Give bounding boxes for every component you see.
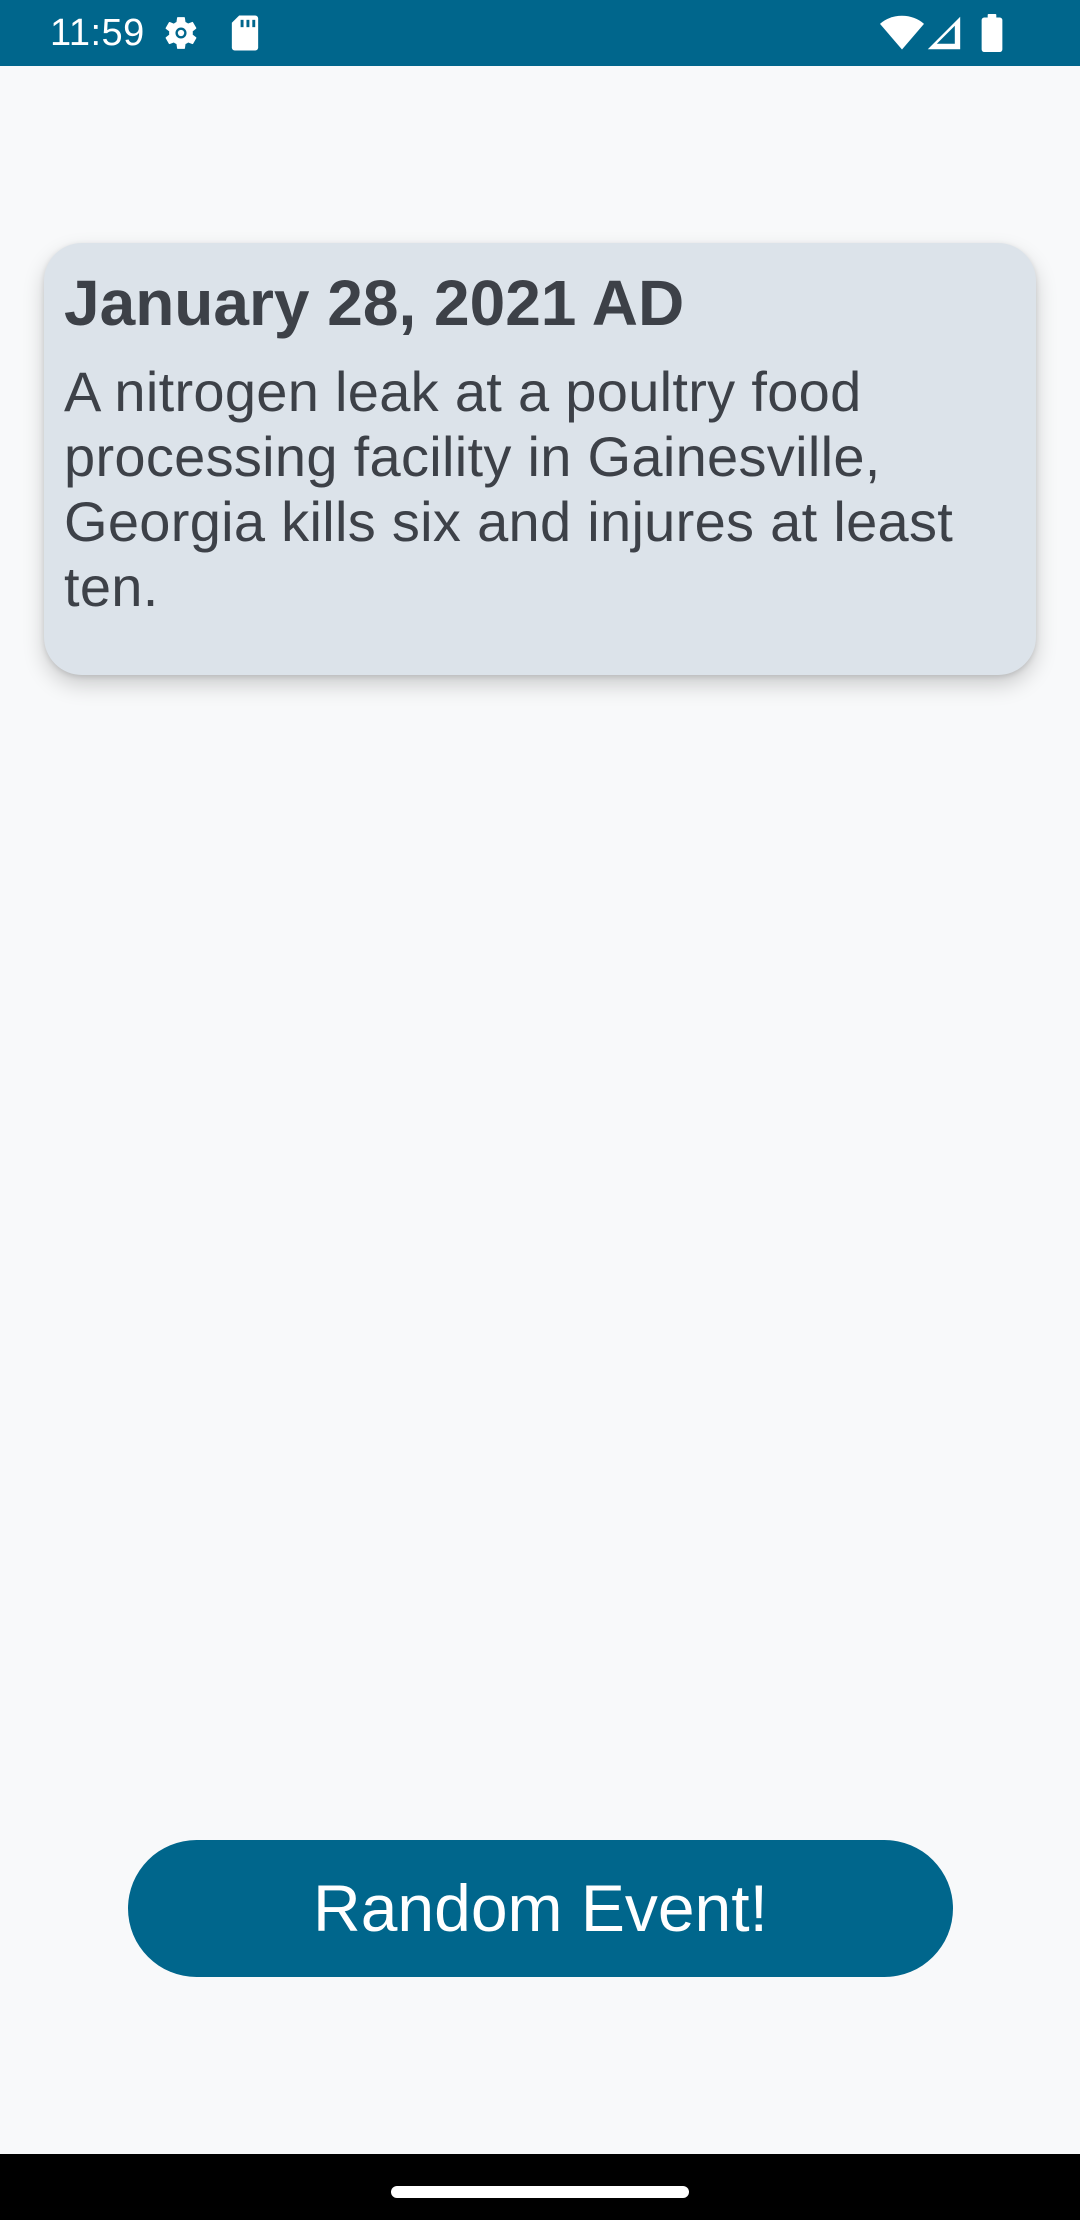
event-date: January 28, 2021 AD [64,267,685,339]
status-bar: 11:59 [0,0,1080,66]
navigation-bar [0,2154,1080,2220]
event-card: January 28, 2021 AD A nitrogen leak at a… [44,243,1036,675]
battery-icon [981,14,1003,52]
status-time: 11:59 [50,12,145,54]
event-description: A nitrogen leak at a poultry food proces… [64,360,954,618]
gear-icon [165,17,197,49]
wifi-icon [880,15,924,50]
sd-card-icon [231,15,259,51]
home-handle[interactable] [391,2186,689,2198]
random-event-button[interactable]: Random Event! [128,1840,953,1977]
signal-icon [927,16,961,50]
